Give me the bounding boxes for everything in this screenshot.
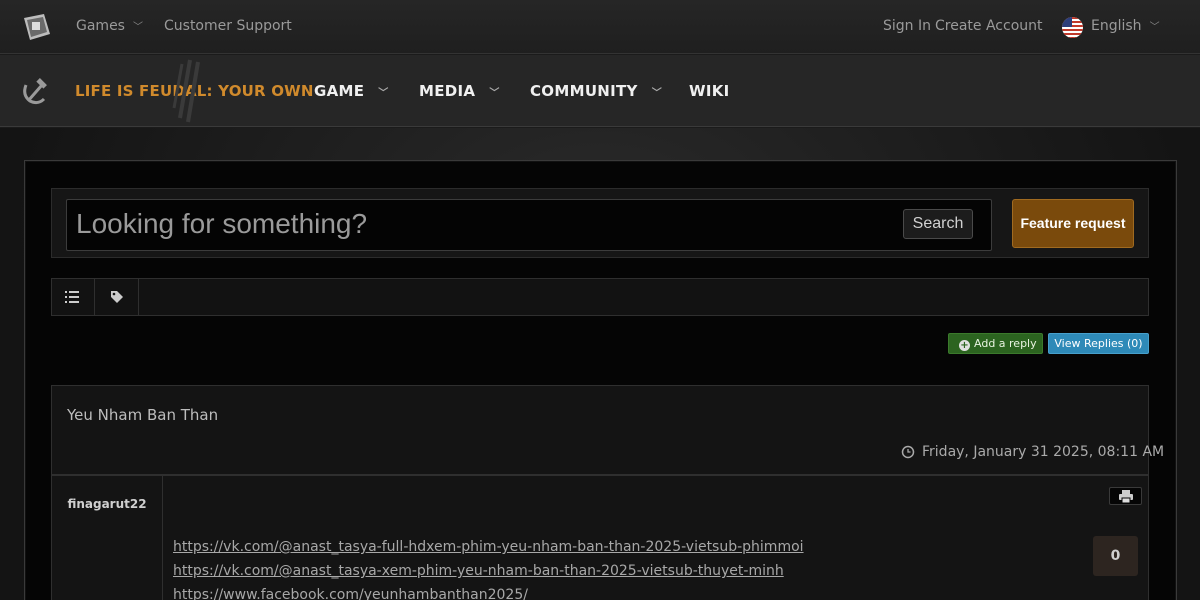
add-reply-label: Add a reply: [974, 337, 1037, 350]
nav-media[interactable]: MEDIA ﹀: [419, 82, 500, 100]
chevron-down-icon: ﹀: [1149, 22, 1160, 33]
games-menu-label: Games: [76, 18, 125, 34]
post-body: [51, 475, 1149, 600]
chevron-down-icon: ﹀: [489, 88, 500, 99]
author-column: [51, 475, 163, 600]
customer-support-link[interactable]: Customer Support: [164, 18, 292, 34]
post-link[interactable]: https://vk.com/@anast_tasya-full-hdxem-p…: [173, 539, 804, 555]
create-account-link[interactable]: Create Account: [935, 18, 1043, 34]
chevron-down-icon: ﹀: [378, 88, 389, 99]
post-link[interactable]: https://vk.com/@anast_tasya-xem-phim-yeu…: [173, 563, 784, 579]
chevron-down-icon: ﹀: [132, 22, 143, 33]
post-link[interactable]: https://www.facebook.com/yeunhambanthan2…: [173, 587, 528, 600]
hammer-sickle-icon[interactable]: [20, 77, 50, 107]
site-logo-icon[interactable]: [20, 12, 52, 42]
post-title: Yeu Nham Ban Than: [67, 406, 219, 424]
plus-circle-icon: +: [959, 340, 970, 351]
printer-icon: [1119, 490, 1133, 503]
nav-game[interactable]: GAME ﹀: [314, 82, 389, 100]
chevron-down-icon: ﹀: [651, 88, 663, 99]
nav-community-label: COMMUNITY: [530, 82, 638, 100]
toolbar: [51, 278, 1149, 316]
search-input[interactable]: [76, 204, 876, 244]
language-label: English: [1091, 18, 1142, 34]
add-reply-button[interactable]: + Add a reply: [948, 333, 1043, 354]
language-selector[interactable]: English ﹀: [1091, 18, 1160, 34]
view-replies-button[interactable]: View Replies (0): [1048, 333, 1149, 354]
nav-community[interactable]: COMMUNITY ﹀: [530, 82, 662, 100]
nav-wiki[interactable]: WIKI: [689, 82, 730, 100]
post-date: Friday, January 31 2025, 08:11 AM: [922, 444, 1165, 460]
top-bar: Games ﹀ Customer Support Sign In Create A…: [0, 0, 1200, 54]
main-nav: LIFE IS FEUDAL: YOUR OWN GAME﹀ MEDIA﹀ CO…: [0, 55, 1200, 127]
nav-game-label: GAME: [314, 82, 365, 100]
print-button[interactable]: [1109, 487, 1142, 505]
list-view-button[interactable]: [51, 279, 95, 315]
tag-icon: [111, 291, 123, 303]
nav-media-label: MEDIA: [419, 82, 476, 100]
post-header: [51, 385, 1149, 475]
sign-in-link[interactable]: Sign In: [883, 18, 931, 34]
us-flag-icon: [1062, 17, 1083, 38]
tags-button[interactable]: [95, 279, 139, 315]
author-name[interactable]: finagarut22: [51, 497, 163, 511]
clock-icon: [901, 445, 915, 459]
search-button[interactable]: Search: [903, 209, 973, 239]
claw-marks-logo: [172, 59, 200, 123]
games-menu[interactable]: Games ﹀: [76, 18, 143, 34]
feature-request-button[interactable]: Feature request: [1012, 199, 1134, 248]
list-icon: [65, 291, 79, 303]
vote-count[interactable]: 0: [1093, 536, 1138, 576]
